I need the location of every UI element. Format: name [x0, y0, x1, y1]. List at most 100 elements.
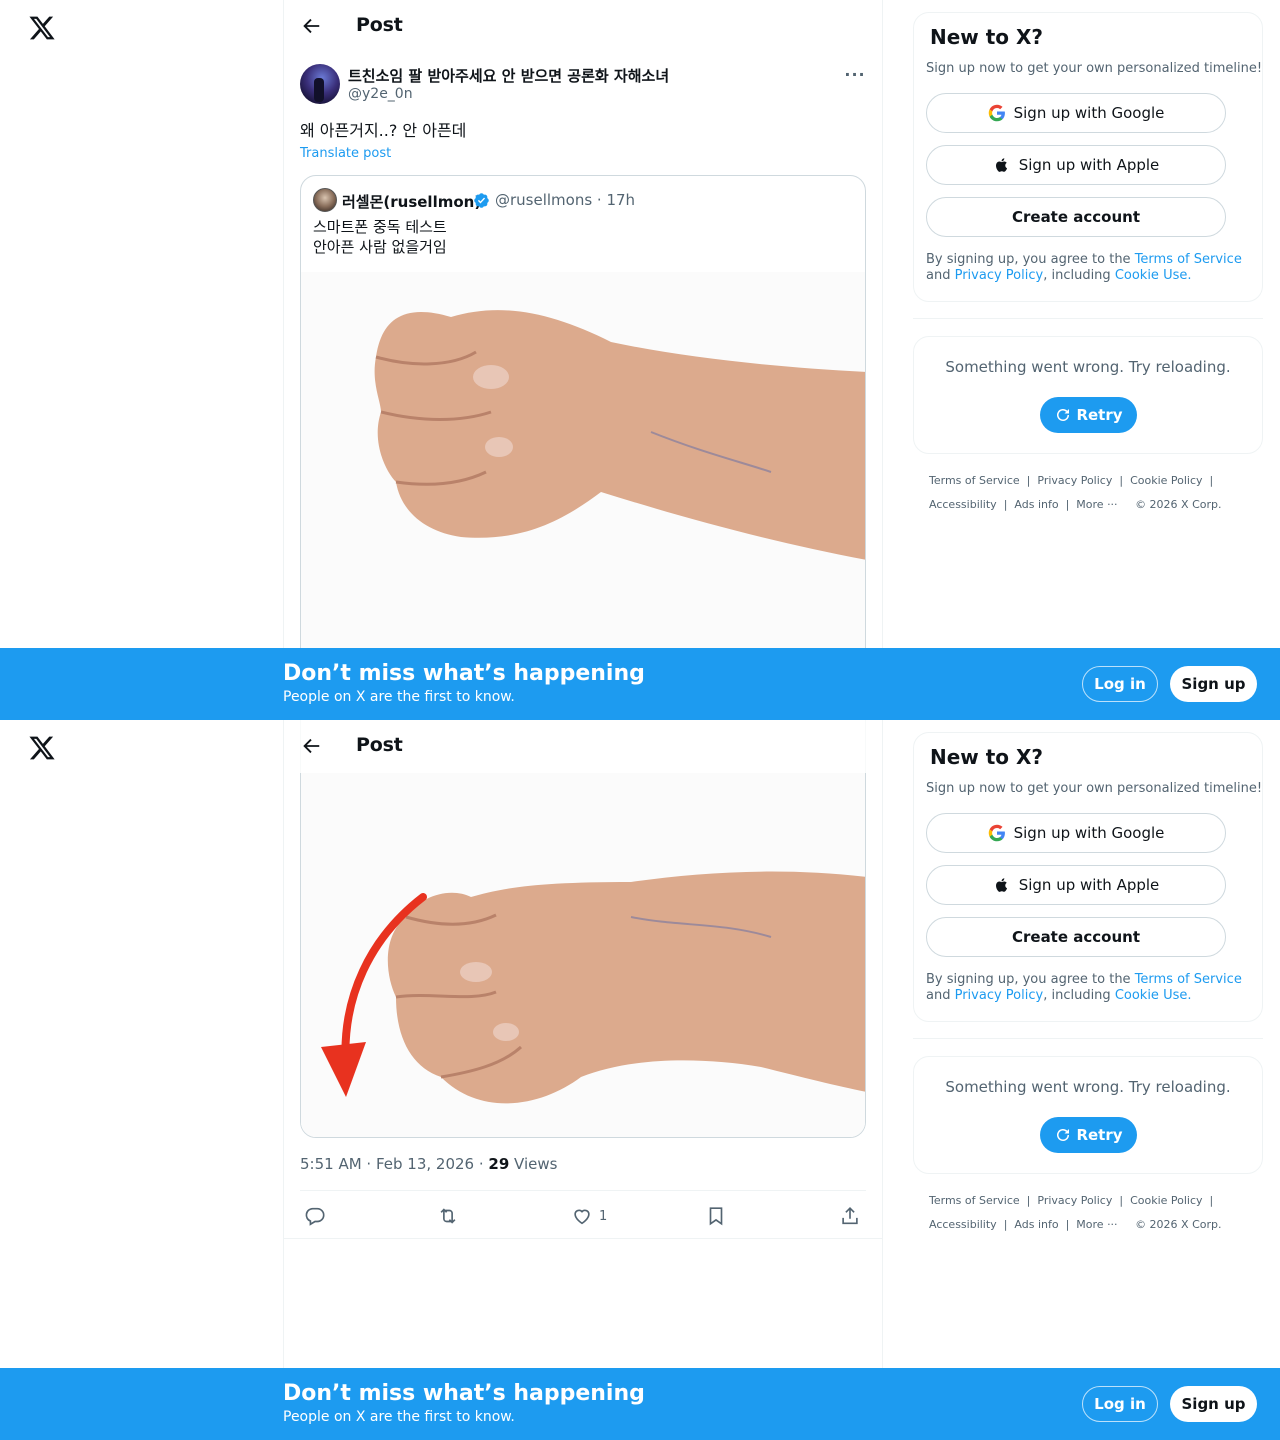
signup-button[interactable]: Sign up	[1170, 666, 1257, 702]
trends-error-card: Something went wrong. Try reloading. Ret…	[913, 1056, 1263, 1174]
sidebar-divider	[913, 1038, 1263, 1039]
footer-copyright: © 2026 X Corp.	[1135, 498, 1222, 511]
quote-text-line: 안아픈 사람 없을거임	[313, 238, 447, 256]
post-actions: 1	[300, 1200, 866, 1232]
footer-privacy-link[interactable]: Privacy Policy	[1037, 474, 1112, 487]
signup-title: New to X?	[930, 745, 1044, 769]
login-button[interactable]: Log in	[1082, 1386, 1158, 1422]
create-account-button[interactable]: Create account	[926, 917, 1226, 957]
author-handle[interactable]: @y2e_0n	[348, 86, 413, 102]
refresh-icon	[1057, 409, 1070, 421]
terms-of-service-link[interactable]: Terms of Service	[1135, 972, 1242, 987]
refresh-icon	[1057, 1129, 1070, 1141]
footer-cookie-link[interactable]: Cookie Policy	[1130, 1194, 1202, 1207]
footer-copyright: © 2026 X Corp.	[1135, 1218, 1222, 1231]
footer-accessibility-link[interactable]: Accessibility	[929, 1218, 997, 1231]
signup-subtitle: Sign up now to get your own personalized…	[926, 61, 1263, 76]
quoted-post[interactable]: 러셀몬(rusellmon) @rusellmons · 17h 스마트폰 중독…	[300, 175, 866, 720]
views-label: Views	[509, 1155, 558, 1173]
trends-error-card: Something went wrong. Try reloading. Ret…	[913, 336, 1263, 454]
apple-icon	[995, 878, 1007, 892]
cookie-use-link[interactable]: Cookie Use.	[1115, 268, 1192, 283]
page-title: Post	[356, 734, 403, 756]
signup-card: New to X? Sign up now to get your own pe…	[913, 12, 1263, 302]
privacy-policy-link[interactable]: Privacy Policy	[955, 268, 1044, 283]
post-topbar: Post	[284, 720, 882, 773]
post-time[interactable]: 5:51 AM · Feb 13, 2026 ·	[300, 1155, 488, 1173]
bottom-signup-banner: Don’t miss what’s happening People on X …	[0, 1368, 1280, 1440]
signup-apple-button[interactable]: Sign up with Apple	[926, 865, 1226, 905]
page-title: Post	[356, 14, 403, 36]
arrow-left-icon[interactable]	[300, 735, 322, 757]
sidebar-divider	[913, 318, 1263, 319]
share-button[interactable]	[839, 1204, 861, 1228]
like-count: 1	[599, 1208, 608, 1224]
login-button[interactable]: Log in	[1082, 666, 1158, 702]
x-logo-icon[interactable]	[28, 14, 56, 42]
retry-button[interactable]: Retry	[1040, 397, 1137, 433]
footer-cookie-link[interactable]: Cookie Policy	[1130, 474, 1202, 487]
footer-privacy-link[interactable]: Privacy Policy	[1037, 1194, 1112, 1207]
apple-icon	[995, 158, 1007, 172]
quote-handle-time: @rusellmons · 17h	[495, 191, 636, 209]
banner-title: Don’t miss what’s happening	[283, 1381, 645, 1406]
signup-terms: By signing up, you agree to the Terms of…	[926, 972, 1252, 1004]
avatar[interactable]	[300, 64, 340, 104]
x-logo-icon[interactable]	[28, 734, 56, 762]
divider	[300, 1190, 866, 1191]
footer-more-link[interactable]: More ···	[1076, 1218, 1117, 1231]
footer-accessibility-link[interactable]: Accessibility	[929, 498, 997, 511]
error-message: Something went wrong. Try reloading.	[945, 1078, 1231, 1096]
signup-subtitle: Sign up now to get your own personalized…	[926, 781, 1263, 796]
footer-tos-link[interactable]: Terms of Service	[929, 474, 1020, 487]
more-dots-icon[interactable]: ···	[844, 66, 866, 88]
signup-card: New to X? Sign up now to get your own pe…	[913, 732, 1263, 1022]
google-button-label: Sign up with Google	[1013, 104, 1165, 122]
post-topbar: Post	[284, 0, 882, 53]
quote-image[interactable]	[301, 720, 866, 1137]
like-button[interactable]: 1	[571, 1204, 607, 1228]
banner-title: Don’t miss what’s happening	[283, 661, 645, 686]
retry-button[interactable]: Retry	[1040, 1117, 1137, 1153]
signup-google-button[interactable]: Sign up with Google	[926, 813, 1226, 853]
banner-subtitle: People on X are the first to know.	[283, 689, 515, 705]
footer-more-link[interactable]: More ···	[1076, 498, 1117, 511]
terms-text: and	[926, 988, 955, 1003]
footer-ads-link[interactable]: Ads info	[1014, 498, 1058, 511]
share-icon	[842, 1207, 858, 1225]
error-message: Something went wrong. Try reloading.	[945, 358, 1231, 376]
post-author: 트친소임 팔 받아주세요 안 받으면 공론화 자해소녀 @y2e_0n ···	[300, 64, 866, 108]
retry-label: Retry	[1076, 1126, 1123, 1144]
quote-avatar	[313, 188, 337, 212]
views-count: 29	[488, 1155, 510, 1173]
repost-button[interactable]	[437, 1204, 459, 1228]
translate-post-link[interactable]: Translate post	[300, 146, 391, 161]
quote-text-line: 스마트폰 중독 테스트	[313, 218, 447, 236]
author-name[interactable]: 트친소임 팔 받아주세요 안 받으면 공론화 자해소녀	[348, 65, 669, 86]
signup-title: New to X?	[930, 25, 1044, 49]
google-button-label: Sign up with Google	[1013, 824, 1165, 842]
privacy-policy-link[interactable]: Privacy Policy	[955, 988, 1044, 1003]
arrow-left-icon[interactable]	[300, 15, 322, 37]
terms-text: and	[926, 268, 955, 283]
quoted-post[interactable]	[300, 720, 866, 1138]
reply-icon	[305, 1207, 325, 1226]
bookmark-button[interactable]	[705, 1204, 727, 1228]
verified-badge-icon	[474, 193, 489, 208]
terms-of-service-link[interactable]: Terms of Service	[1135, 252, 1242, 267]
bookmark-icon	[709, 1207, 723, 1226]
signup-apple-button[interactable]: Sign up with Apple	[926, 145, 1226, 185]
bottom-signup-banner: Don’t miss what’s happening People on X …	[0, 648, 1280, 720]
create-account-button[interactable]: Create account	[926, 197, 1226, 237]
banner-subtitle: People on X are the first to know.	[283, 1409, 515, 1425]
signup-google-button[interactable]: Sign up with Google	[926, 93, 1226, 133]
reply-button[interactable]	[304, 1204, 326, 1228]
cookie-use-link[interactable]: Cookie Use.	[1115, 988, 1192, 1003]
footer-ads-link[interactable]: Ads info	[1014, 1218, 1058, 1231]
terms-text: , including	[1043, 268, 1115, 283]
footer-tos-link[interactable]: Terms of Service	[929, 1194, 1020, 1207]
repost-icon	[440, 1208, 456, 1224]
signup-button[interactable]: Sign up	[1170, 1386, 1257, 1422]
heart-icon	[574, 1209, 590, 1225]
screenshot-frame-bottom: Post 5:51 AM · Feb 13, 2026 · 29 Views 1…	[0, 720, 1280, 1440]
